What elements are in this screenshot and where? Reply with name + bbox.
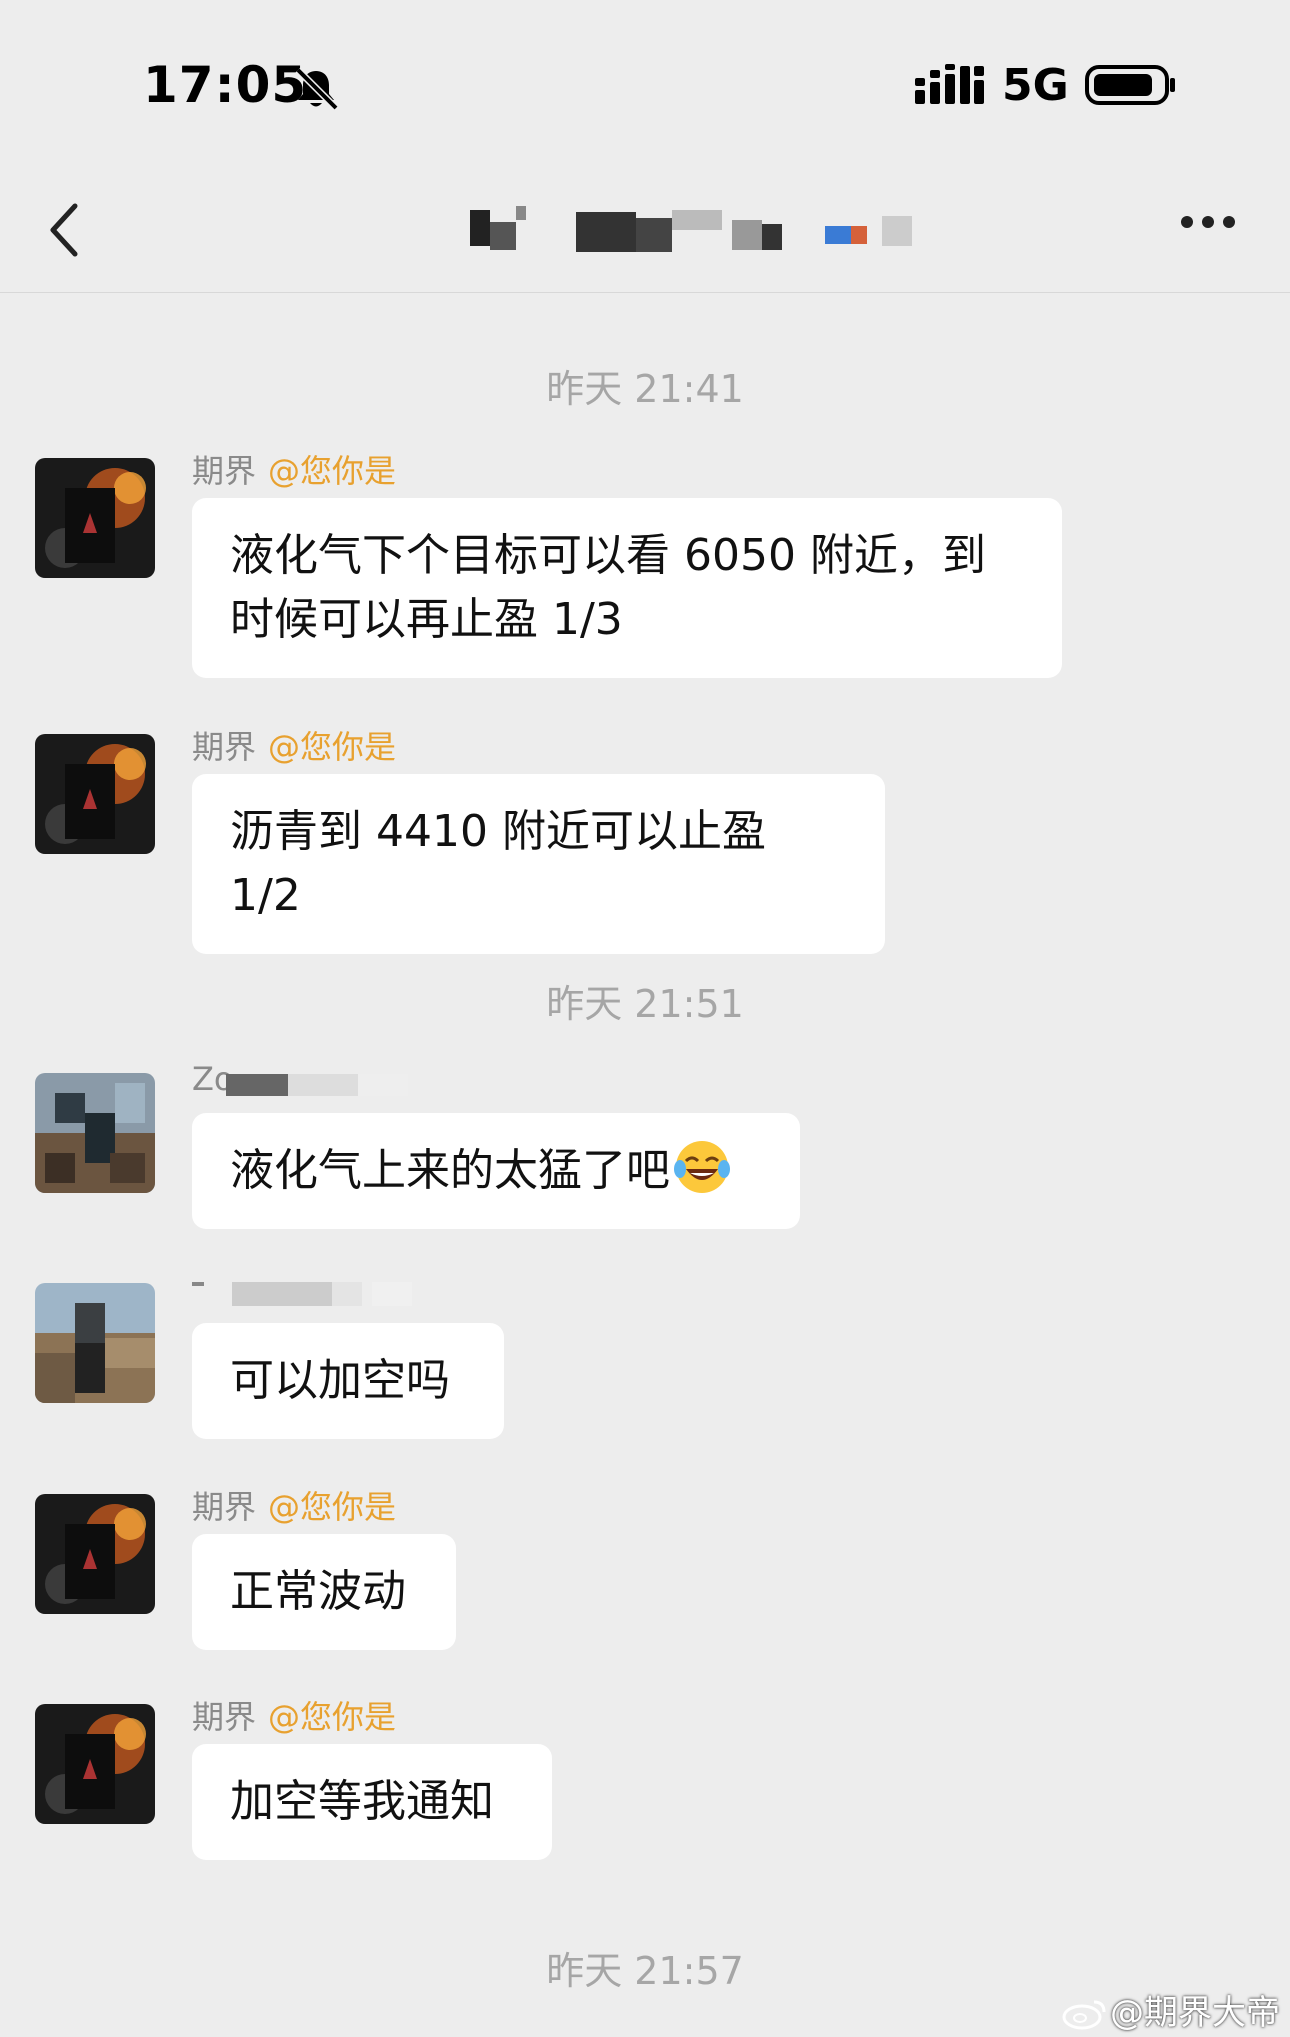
mention-tag[interactable]: @您你是 (268, 728, 396, 766)
blurred-sender-name (226, 1074, 408, 1096)
sender-name: 期界 @您你是 (192, 1482, 396, 1528)
avatar[interactable] (35, 734, 155, 854)
sender-label: 期界 (192, 452, 257, 490)
avatar[interactable] (35, 458, 155, 578)
watermark-text: @期界大帝 (1110, 1993, 1280, 2033)
battery-icon (1085, 65, 1175, 105)
sender-label: 期界 (192, 728, 257, 766)
chat-title-blurred (470, 206, 912, 252)
timestamp: 昨天 21:41 (546, 367, 744, 411)
message-bubble[interactable]: 液化气上来的太猛了吧 (192, 1113, 800, 1229)
status-time: 17:05 (143, 56, 308, 114)
message-bubble[interactable]: 可以加空吗 (192, 1323, 504, 1439)
chat-header (0, 170, 1290, 293)
watermark: @期界大帝 (1062, 1985, 1280, 2034)
mention-tag[interactable]: @您你是 (268, 452, 396, 490)
message-bubble[interactable]: 沥青到 4410 附近可以止盈 1/2 (192, 774, 885, 954)
message-bubble[interactable]: 加空等我通知 (192, 1744, 552, 1860)
bell-muted-icon (295, 67, 339, 110)
avatar[interactable] (35, 1494, 155, 1614)
message-bubble[interactable]: 正常波动 (192, 1534, 456, 1650)
sender-name: 期界 @您你是 (192, 722, 396, 768)
sender-name: 期界 @您你是 (192, 446, 396, 492)
sender-name: 期界 @您你是 (192, 1692, 396, 1738)
avatar[interactable] (35, 1283, 155, 1403)
laughing-tears-emoji-icon (674, 1141, 730, 1193)
network-type: 5G (1002, 60, 1069, 111)
avatar[interactable] (35, 1073, 155, 1193)
sender-label: 期界 (192, 1488, 257, 1526)
more-dots-icon[interactable] (1180, 212, 1236, 232)
chevron-left-icon[interactable] (45, 200, 85, 260)
avatar[interactable] (35, 1704, 155, 1824)
weibo-icon (1062, 2000, 1106, 2030)
mention-tag[interactable]: @您你是 (268, 1698, 396, 1736)
signal-icon (915, 64, 984, 104)
message-bubble[interactable]: 液化气下个目标可以看 6050 附近，到时候可以再止盈 1/3 (192, 498, 1062, 678)
mention-tag[interactable]: @您你是 (268, 1488, 396, 1526)
sender-label: 期界 (192, 1698, 257, 1736)
blurred-sender-name (192, 1282, 412, 1306)
status-bar: 17:05 5G (0, 0, 1290, 170)
message-text: 液化气上来的太猛了吧 (230, 1145, 670, 1196)
timestamp: 昨天 21:51 (546, 982, 744, 1026)
